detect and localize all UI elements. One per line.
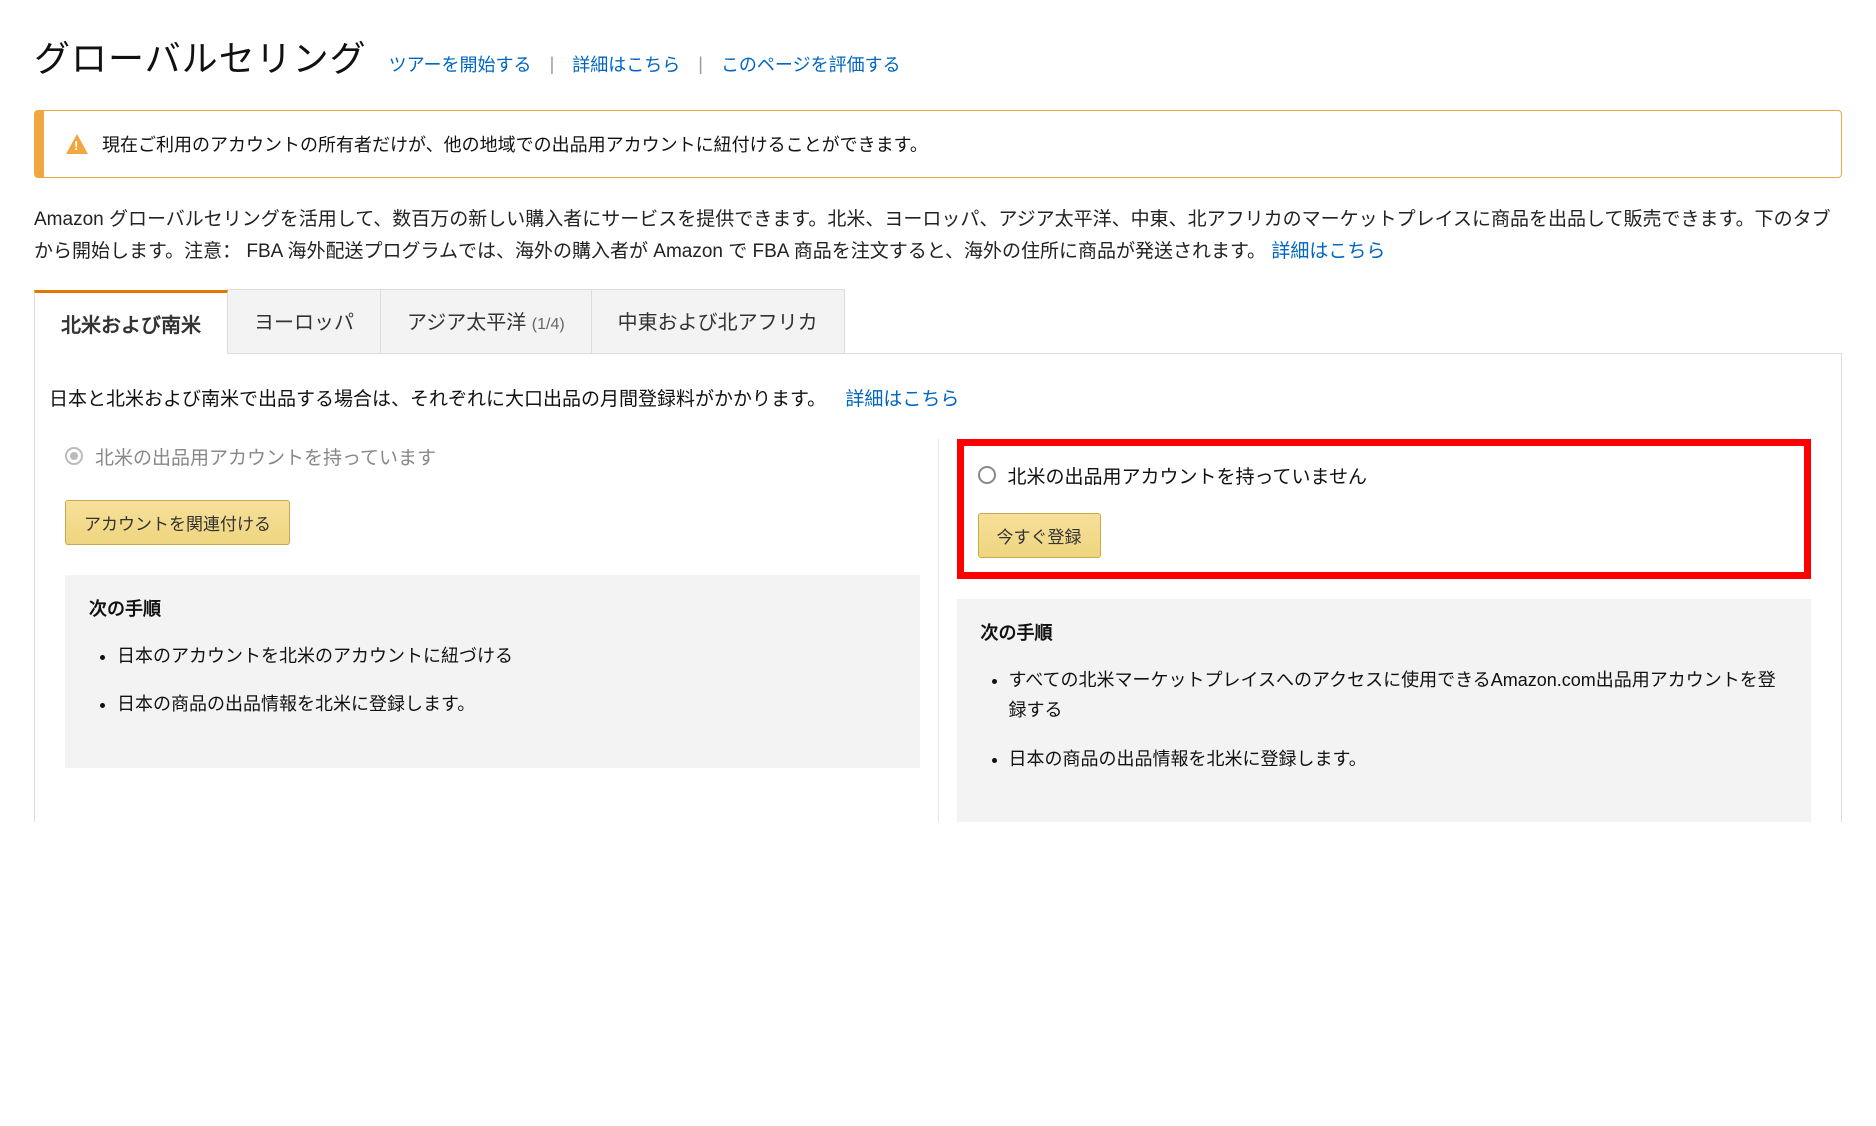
option-label: 北米の出品用アカウントを持っていません — [1008, 462, 1367, 489]
tab-intro-text: 日本と北米および南米で出品する場合は、それぞれに大口出品の月間登録料がかかります… — [49, 389, 826, 410]
tab-europe[interactable]: ヨーロッパ — [227, 289, 381, 353]
tab-intro-link[interactable]: 詳細はこちら — [845, 389, 959, 410]
header-links: ツアーを開始する | 詳細はこちら | このページを評価する — [389, 51, 901, 77]
tab-intro: 日本と北米および南米で出品する場合は、それぞれに大口出品の月間登録料がかかります… — [47, 384, 1829, 411]
tab-middle-east-africa[interactable]: 中東および北アフリカ — [591, 289, 845, 353]
radio-icon — [978, 466, 996, 484]
list-item: 日本の商品の出品情報を北米に登録します。 — [1009, 744, 1788, 775]
next-steps-box: 次の手順 すべての北米マーケットプレイスへのアクセスに使用できるAmazon.c… — [957, 599, 1812, 823]
page-title: グローバルセリング — [34, 30, 367, 82]
description-text: Amazon グローバルセリングを活用して、数百万の新しい購入者にサービスを提供… — [34, 209, 1831, 262]
option-have-account[interactable]: 北米の出品用アカウントを持っています — [65, 439, 920, 474]
start-tour-link[interactable]: ツアーを開始する — [389, 51, 532, 77]
tab-content: 日本と北米および南米で出品する場合は、それぞれに大口出品の月間登録料がかかります… — [34, 354, 1842, 823]
tab-label: 北米および南米 — [61, 315, 201, 337]
highlight-annotation: 北米の出品用アカウントを持っていません 今すぐ登録 — [957, 439, 1812, 579]
tab-asia-pacific[interactable]: アジア太平洋 (1/4) — [380, 289, 592, 353]
column-no-account: 北米の出品用アカウントを持っていません 今すぐ登録 次の手順 すべての北米マーケ… — [938, 439, 1830, 823]
tab-label: 中東および北アフリカ — [618, 312, 818, 334]
option-label: 北米の出品用アカウントを持っています — [95, 443, 436, 470]
radio-icon — [65, 447, 83, 465]
list-item: 日本の商品の出品情報を北米に登録します。 — [117, 689, 896, 720]
tab-americas[interactable]: 北米および南米 — [34, 290, 228, 354]
page-header: グローバルセリング ツアーを開始する | 詳細はこちら | このページを評価する — [34, 30, 1842, 82]
steps-title: 次の手順 — [981, 619, 1788, 645]
description-details-link[interactable]: 詳細はこちら — [1271, 241, 1385, 262]
tab-label: アジア太平洋 — [407, 312, 526, 334]
region-tabs: 北米および南米 ヨーロッパ アジア太平洋 (1/4) 中東および北アフリカ — [34, 289, 1842, 354]
alert-text: 現在ご利用のアカウントの所有者だけが、他の地域での出品用アカウントに紐付けること… — [102, 131, 928, 157]
separator: | — [698, 54, 703, 75]
details-link[interactable]: 詳細はこちら — [572, 51, 680, 77]
option-no-account[interactable]: 北米の出品用アカウントを持っていません — [978, 458, 1791, 493]
page-description: Amazon グローバルセリングを活用して、数百万の新しい購入者にサービスを提供… — [34, 204, 1842, 269]
warning-icon — [66, 134, 88, 154]
list-item: すべての北米マーケットプレイスへのアクセスに使用できるAmazon.com出品用… — [1009, 665, 1788, 726]
option-columns: 北米の出品用アカウントを持っています アカウントを関連付ける 次の手順 日本のア… — [47, 439, 1829, 823]
tab-label: ヨーロッパ — [254, 312, 354, 334]
warning-alert: 現在ご利用のアカウントの所有者だけが、他の地域での出品用アカウントに紐付けること… — [34, 110, 1842, 178]
steps-list: 日本のアカウントを北米のアカウントに紐づける 日本の商品の出品情報を北米に登録し… — [89, 641, 896, 720]
separator: | — [550, 54, 555, 75]
tab-sublabel: (1/4) — [532, 316, 565, 333]
link-account-button[interactable]: アカウントを関連付ける — [65, 500, 290, 545]
next-steps-box: 次の手順 日本のアカウントを北米のアカウントに紐づける 日本の商品の出品情報を北… — [65, 575, 920, 768]
steps-title: 次の手順 — [89, 595, 896, 621]
steps-list: すべての北米マーケットプレイスへのアクセスに使用できるAmazon.com出品用… — [981, 665, 1788, 775]
list-item: 日本のアカウントを北米のアカウントに紐づける — [117, 641, 896, 672]
register-now-button[interactable]: 今すぐ登録 — [978, 513, 1101, 558]
rate-page-link[interactable]: このページを評価する — [721, 51, 901, 77]
column-have-account: 北米の出品用アカウントを持っています アカウントを関連付ける 次の手順 日本のア… — [47, 439, 938, 823]
